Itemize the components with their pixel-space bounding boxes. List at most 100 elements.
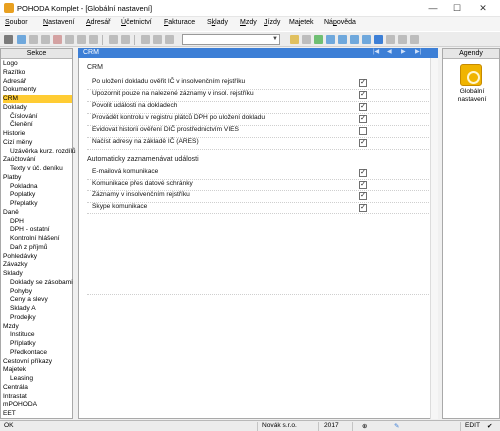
sidebar-item[interactable]: Předkontace	[10, 349, 72, 357]
sidebar-item[interactable]: Zaúčtování	[3, 156, 72, 164]
delete-icon[interactable]	[53, 35, 62, 44]
sidebar-item[interactable]: Historie	[3, 130, 72, 138]
preview-icon[interactable]	[77, 35, 86, 44]
option-checkbox[interactable]: ✓	[359, 79, 367, 87]
sidebar-item[interactable]: Cizí měny	[3, 139, 72, 147]
prev-record-icon[interactable]: ◀	[387, 48, 392, 55]
sidebar-item[interactable]: Leasing	[10, 375, 72, 383]
sort-icon[interactable]	[386, 35, 395, 44]
sidebar-item[interactable]: Pokladna	[10, 183, 72, 191]
next-record-icon[interactable]: ▶	[401, 48, 406, 55]
sidebar-item[interactable]: Příplatky	[10, 340, 72, 348]
layout-icon[interactable]	[4, 35, 13, 44]
option-checkbox[interactable]	[359, 127, 367, 135]
refresh-icon[interactable]	[165, 35, 174, 44]
menu-item-5[interactable]: Sklady	[207, 19, 228, 26]
sidebar-item[interactable]: Daň z příjmů	[10, 244, 72, 252]
sidebar-item[interactable]: Instituce	[10, 331, 72, 339]
edit-icon[interactable]	[121, 35, 130, 44]
sidebar-item[interactable]: Pohyby	[10, 288, 72, 296]
sidebar-item[interactable]: Doklady	[3, 104, 72, 112]
sidebar-item[interactable]: Pohledávky	[3, 253, 72, 261]
sidebar-item[interactable]: Platby	[3, 174, 72, 182]
sidebar-item[interactable]: DPH - ostatní	[10, 226, 72, 234]
option-checkbox[interactable]: ✓	[359, 115, 367, 123]
menu-item-4[interactable]: Fakturace	[164, 19, 195, 26]
info-icon[interactable]	[374, 35, 383, 44]
menu-item-8[interactable]: Majetek	[289, 19, 314, 26]
menu-item-7[interactable]: Jízdy	[264, 19, 280, 26]
add-icon[interactable]	[109, 35, 118, 44]
sidebar-item[interactable]: Majetek	[3, 366, 72, 374]
filter-icon[interactable]	[302, 35, 311, 44]
last-record-icon[interactable]: ▶|	[415, 48, 421, 55]
option-checkbox[interactable]: ✓	[359, 91, 367, 99]
sidebar-item[interactable]: Cestovní příkazy	[3, 358, 72, 366]
option-label: Povolit události na dokladech	[92, 102, 178, 109]
tag-icon[interactable]	[314, 35, 323, 44]
accounting-year: 2017	[324, 422, 339, 429]
grid-icon[interactable]	[17, 35, 26, 44]
settings-icon[interactable]	[398, 35, 407, 44]
sidebar-item[interactable]: Mzdy	[3, 323, 72, 331]
toolbar-combo[interactable]: ▼	[182, 34, 280, 45]
sidebar-item[interactable]: Prodejky	[10, 314, 72, 322]
sidebar-item[interactable]: Razítko	[3, 69, 72, 77]
copy-icon[interactable]	[29, 35, 38, 44]
paste-icon[interactable]	[41, 35, 50, 44]
maximize-button[interactable]: ☐	[446, 0, 468, 17]
option-checkbox[interactable]: ✓	[359, 139, 367, 147]
agenda-label[interactable]: Globální nastavení	[445, 88, 499, 104]
sidebar-item[interactable]: Sklady	[3, 270, 72, 278]
option-checkbox[interactable]: ✓	[359, 203, 367, 212]
menu-item-3[interactable]: Účetnictví	[121, 19, 152, 26]
vertical-scrollbar[interactable]	[430, 58, 438, 419]
bank-icon[interactable]	[362, 35, 371, 44]
sidebar-item[interactable]: Sklady A	[10, 305, 72, 313]
send-icon[interactable]	[89, 35, 98, 44]
save-icon[interactable]	[141, 35, 150, 44]
print-icon[interactable]	[65, 35, 74, 44]
menu-item-9[interactable]: Nápověda	[324, 19, 356, 26]
sidebar-item[interactable]: DPH	[10, 218, 72, 226]
sidebar-item[interactable]: Přeplatky	[10, 200, 72, 208]
chart-icon[interactable]	[326, 35, 335, 44]
sidebar-item[interactable]: Kontrolní hlášení	[10, 235, 72, 243]
close-button[interactable]: ✕	[472, 0, 494, 17]
sidebar-item[interactable]: Číslování	[10, 113, 72, 121]
menu-item-0[interactable]: Soubor	[5, 19, 28, 26]
menu-item-6[interactable]: Mzdy	[240, 19, 257, 26]
toolbar: ▼	[0, 31, 500, 47]
option-checkbox[interactable]: ✓	[359, 192, 367, 200]
sidebar-item[interactable]: Daně	[3, 209, 72, 217]
sidebar-item[interactable]: Adresář	[3, 78, 72, 86]
sidebar-item[interactable]: Texty v úč. deníku	[10, 165, 72, 173]
sidebar-item[interactable]: Intrastat	[3, 393, 72, 401]
option-label: Záznamy v insolvenčním rejstříku	[92, 191, 190, 198]
sidebar-item[interactable]: CRM	[3, 95, 72, 103]
sidebar-item[interactable]: mPOHODA	[3, 401, 72, 409]
settings-gear-icon[interactable]	[460, 64, 482, 86]
menu-item-1[interactable]: Nastavení	[43, 19, 75, 26]
first-record-icon[interactable]: |◀	[373, 48, 379, 55]
sidebar-item[interactable]: Centrála	[3, 384, 72, 392]
option-checkbox[interactable]: ✓	[359, 180, 367, 189]
sidebar-item[interactable]: Členění	[10, 121, 72, 129]
sidebar-item[interactable]: Dokumenty	[3, 86, 72, 94]
sidebar-item[interactable]: Logo	[3, 60, 72, 68]
sidebar-item[interactable]: Závazky	[3, 261, 72, 269]
sidebar-item[interactable]: Poplatky	[10, 191, 72, 199]
option-checkbox[interactable]: ✓	[359, 103, 367, 111]
calculator-icon[interactable]	[338, 35, 347, 44]
calendar-icon[interactable]	[350, 35, 359, 44]
sidebar-item[interactable]: EET	[3, 410, 72, 418]
minimize-button[interactable]: —	[422, 0, 444, 17]
menu-item-2[interactable]: Adresář	[86, 19, 111, 26]
sidebar-item[interactable]: Ceny a slevy	[10, 296, 72, 304]
sidebar-item[interactable]: Uzávěrka kurz. rozdílů	[10, 148, 76, 156]
cancel-icon[interactable]	[153, 35, 162, 44]
option-checkbox[interactable]: ✓	[359, 169, 367, 177]
sidebar-item[interactable]: Doklady se zásobami	[10, 279, 73, 287]
folder-icon[interactable]	[290, 35, 299, 44]
help-icon[interactable]	[410, 35, 419, 44]
